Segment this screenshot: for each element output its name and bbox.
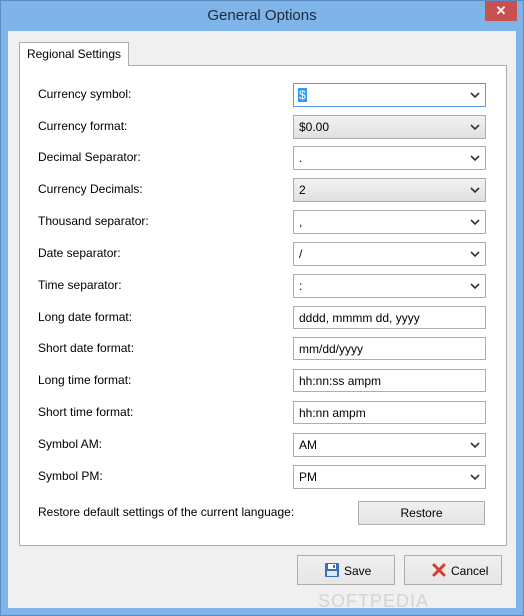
softpedia-watermark: SOFTPEDIA: [318, 591, 430, 611]
thousand-separator-label: Thousand separator:: [38, 214, 149, 228]
time-separator-label: Time separator:: [38, 278, 122, 292]
currency-symbol-select[interactable]: $: [293, 83, 486, 107]
short-date-format-input[interactable]: mm/dd/yyyy: [293, 337, 486, 360]
long-date-format-value: dddd, mmmm dd, yyyy: [299, 311, 420, 325]
close-button[interactable]: ✕: [485, 1, 517, 21]
currency-format-value: $0.00: [299, 120, 330, 134]
restore-label: Restore default settings of the current …: [38, 505, 295, 519]
regional-settings-panel: Currency symbol: $ Currency format: $0.0…: [19, 65, 507, 546]
symbol-pm-select[interactable]: PM: [293, 465, 486, 489]
chevron-down-icon: [470, 155, 480, 162]
time-separator-value: :: [299, 279, 303, 293]
long-time-format-row: Long time format: hh:nn:ss ampm: [20, 369, 506, 393]
symbol-pm-row: Symbol PM: PM: [20, 465, 506, 489]
symbol-am-row: Symbol AM: AM: [20, 433, 506, 457]
thousand-separator-row: Thousand separator: ,: [20, 210, 506, 234]
symbol-pm-label: Symbol PM:: [38, 469, 103, 483]
short-time-format-row: Short time format: hh:nn ampm: [20, 401, 506, 425]
chevron-down-icon: [470, 251, 480, 258]
decimal-separator-select[interactable]: .: [293, 146, 486, 170]
currency-decimals-row: Currency Decimals: 2: [20, 178, 506, 202]
long-time-format-value: hh:nn:ss ampm: [299, 374, 382, 388]
dialog-body: Regional Settings Currency symbol: $ Cur…: [8, 31, 516, 611]
restore-button[interactable]: Restore: [358, 501, 485, 525]
currency-decimals-select[interactable]: 2: [293, 178, 486, 202]
symbol-am-label: Symbol AM:: [38, 437, 103, 451]
long-date-format-input[interactable]: dddd, mmmm dd, yyyy: [293, 306, 486, 329]
save-button[interactable]: Save: [297, 555, 395, 585]
currency-symbol-label: Currency symbol:: [38, 87, 132, 101]
short-time-format-value: hh:nn ampm: [299, 406, 366, 420]
chevron-down-icon: [470, 219, 480, 226]
long-date-format-label: Long date format:: [38, 310, 133, 324]
thousand-separator-select[interactable]: ,: [293, 210, 486, 234]
short-date-format-label: Short date format:: [38, 341, 135, 355]
currency-decimals-value: 2: [299, 183, 306, 197]
thousand-separator-value: ,: [299, 215, 303, 229]
chevron-down-icon: [470, 187, 480, 194]
currency-symbol-value: $: [298, 88, 307, 102]
chevron-down-icon: [470, 474, 480, 481]
chevron-down-icon: [470, 92, 480, 99]
save-label: Save: [344, 564, 372, 578]
time-separator-row: Time separator: :: [20, 274, 506, 298]
date-separator-row: Date separator: /: [20, 242, 506, 266]
short-time-format-input[interactable]: hh:nn ampm: [293, 401, 486, 424]
restore-row: Restore default settings of the current …: [20, 501, 506, 525]
date-separator-label: Date separator:: [38, 246, 121, 260]
chevron-down-icon: [470, 283, 480, 290]
currency-format-select[interactable]: $0.00: [293, 115, 486, 139]
options-window: General Options ✕ Regional Settings Curr…: [0, 0, 524, 616]
title-bar[interactable]: General Options ✕: [1, 1, 523, 31]
window-title: General Options: [207, 7, 317, 24]
short-time-format-label: Short time format:: [38, 405, 134, 419]
currency-symbol-row: Currency symbol: $: [20, 83, 506, 107]
symbol-pm-value: PM: [299, 470, 317, 484]
symbol-am-select[interactable]: AM: [293, 433, 486, 457]
cancel-label: Cancel: [451, 564, 489, 578]
short-date-format-row: Short date format: mm/dd/yyyy: [20, 337, 506, 361]
currency-format-label: Currency format:: [38, 119, 128, 133]
cancel-button[interactable]: Cancel: [404, 555, 502, 585]
decimal-separator-row: Decimal Separator: .: [20, 146, 506, 170]
decimal-separator-value: .: [299, 151, 303, 165]
long-date-format-row: Long date format: dddd, mmmm dd, yyyy: [20, 306, 506, 330]
floppy-disk-icon: [325, 563, 339, 577]
decimal-separator-label: Decimal Separator:: [38, 150, 141, 164]
long-time-format-label: Long time format:: [38, 373, 132, 387]
currency-decimals-label: Currency Decimals:: [38, 182, 143, 196]
long-time-format-input[interactable]: hh:nn:ss ampm: [293, 369, 486, 392]
chevron-down-icon: [470, 442, 480, 449]
time-separator-select[interactable]: :: [293, 274, 486, 298]
red-x-icon: [432, 563, 446, 577]
tab-regional-settings[interactable]: Regional Settings: [19, 42, 129, 66]
date-separator-value: /: [299, 247, 303, 261]
symbol-am-value: AM: [299, 438, 317, 452]
currency-format-row: Currency format: $0.00: [20, 115, 506, 139]
chevron-down-icon: [470, 124, 480, 131]
short-date-format-value: mm/dd/yyyy: [299, 342, 364, 356]
date-separator-select[interactable]: /: [293, 242, 486, 266]
